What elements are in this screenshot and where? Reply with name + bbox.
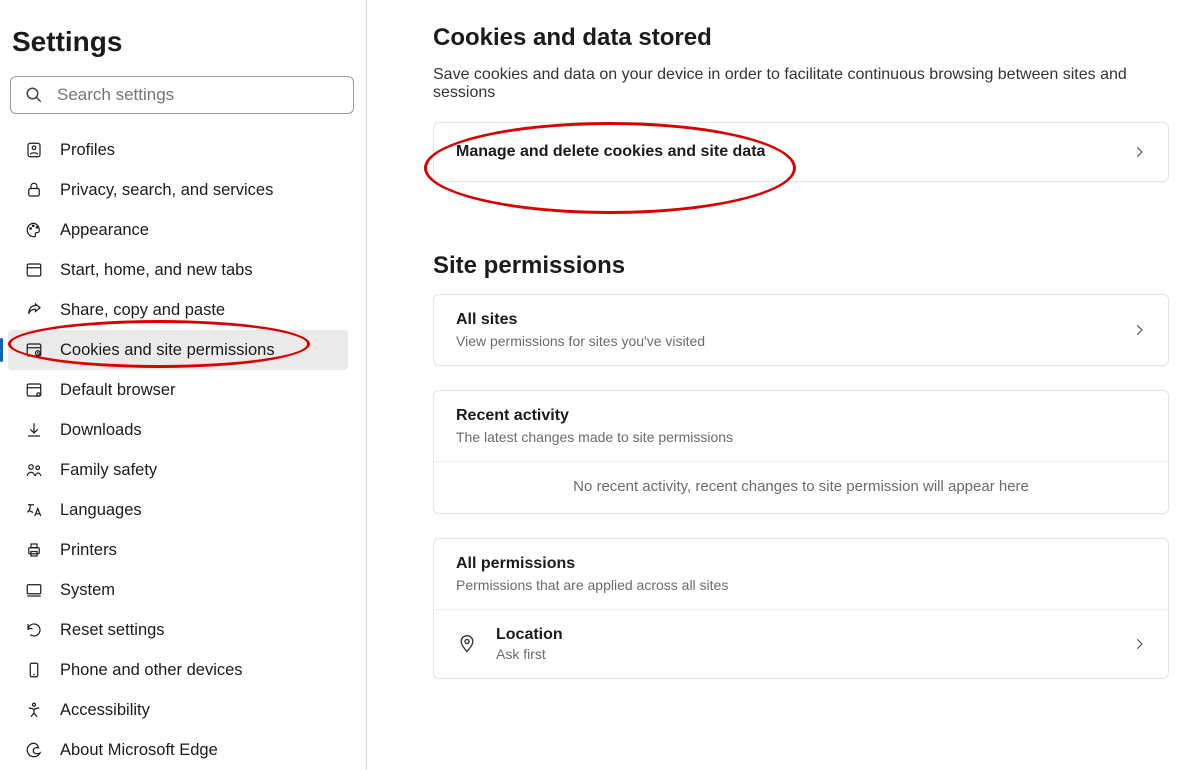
sidebar-item-system[interactable]: System xyxy=(0,570,366,610)
phone-icon xyxy=(24,660,44,680)
all-perms-title: All permissions xyxy=(456,555,1146,573)
all-sites-title: All sites xyxy=(456,311,1114,329)
sidebar-item-reset[interactable]: Reset settings xyxy=(0,610,366,650)
sidebar-item-label: System xyxy=(60,581,115,600)
sidebar-item-label: Phone and other devices xyxy=(60,661,243,680)
all-sites-sub: View permissions for sites you've visite… xyxy=(456,333,1114,349)
sidebar-item-label: Default browser xyxy=(60,381,176,400)
search-box[interactable] xyxy=(10,76,354,114)
sidebar-item-label: Languages xyxy=(60,501,142,520)
sidebar-item-label: Share, copy and paste xyxy=(60,301,225,320)
sidebar: Settings Profiles Privacy, search, and se… xyxy=(0,0,367,770)
download-icon xyxy=(24,420,44,440)
recent-empty: No recent activity, recent changes to si… xyxy=(434,461,1168,513)
sidebar-item-label: Family safety xyxy=(60,461,157,480)
share-icon xyxy=(24,300,44,320)
sidebar-item-label: Accessibility xyxy=(60,701,150,720)
manage-cookies-card[interactable]: Manage and delete cookies and site data xyxy=(433,122,1169,182)
recent-sub: The latest changes made to site permissi… xyxy=(456,429,1146,445)
sidebar-item-lock[interactable]: Privacy, search, and services xyxy=(0,170,366,210)
search-input[interactable] xyxy=(57,85,339,105)
sidebar-item-phone[interactable]: Phone and other devices xyxy=(0,650,366,690)
main-content: Cookies and data stored Save cookies and… xyxy=(367,0,1179,770)
permission-row-location[interactable]: Location Ask first xyxy=(434,609,1168,678)
all-permissions-card: All permissions Permissions that are app… xyxy=(433,538,1169,679)
sidebar-item-palette[interactable]: Appearance xyxy=(0,210,366,250)
chevron-right-icon xyxy=(1132,145,1146,159)
sidebar-item-printer[interactable]: Printers xyxy=(0,530,366,570)
sidebar-item-language[interactable]: Languages xyxy=(0,490,366,530)
sidebar-item-accessibility[interactable]: Accessibility xyxy=(0,690,366,730)
permission-sub: Ask first xyxy=(496,646,1114,662)
cookies-description: Save cookies and data on your device in … xyxy=(433,66,1158,102)
nav-list: Profiles Privacy, search, and services App… xyxy=(0,130,366,770)
all-perms-sub: Permissions that are applied across all … xyxy=(456,577,1146,593)
system-icon xyxy=(24,580,44,600)
permissions-heading: Site permissions xyxy=(433,252,1169,280)
sidebar-item-edge[interactable]: About Microsoft Edge xyxy=(0,730,366,770)
profile-icon xyxy=(24,140,44,160)
sidebar-item-label: Appearance xyxy=(60,221,149,240)
sidebar-item-profile[interactable]: Profiles xyxy=(0,130,366,170)
sidebar-item-family[interactable]: Family safety xyxy=(0,450,366,490)
chevron-right-icon xyxy=(1132,323,1146,337)
accessibility-icon xyxy=(24,700,44,720)
chevron-right-icon xyxy=(1132,637,1146,651)
search-icon xyxy=(25,86,43,104)
settings-title: Settings xyxy=(0,18,366,76)
reset-icon xyxy=(24,620,44,640)
sidebar-item-share[interactable]: Share, copy and paste xyxy=(0,290,366,330)
language-icon xyxy=(24,500,44,520)
recent-title: Recent activity xyxy=(456,407,1146,425)
all-sites-card[interactable]: All sites View permissions for sites you… xyxy=(433,294,1169,366)
sidebar-item-label: Start, home, and new tabs xyxy=(60,261,253,280)
cookies-icon xyxy=(24,340,44,360)
recent-activity-card: Recent activity The latest changes made … xyxy=(433,390,1169,514)
sidebar-item-label: Cookies and site permissions xyxy=(60,341,275,360)
sidebar-item-label: Profiles xyxy=(60,141,115,160)
location-icon xyxy=(456,634,478,654)
lock-icon xyxy=(24,180,44,200)
sidebar-item-window[interactable]: Start, home, and new tabs xyxy=(0,250,366,290)
sidebar-item-label: Privacy, search, and services xyxy=(60,181,273,200)
window-icon xyxy=(24,260,44,280)
sidebar-item-browser[interactable]: Default browser xyxy=(0,370,366,410)
sidebar-item-download[interactable]: Downloads xyxy=(0,410,366,450)
permission-title: Location xyxy=(496,626,1114,644)
sidebar-item-label: Downloads xyxy=(60,421,142,440)
browser-icon xyxy=(24,380,44,400)
cookies-heading: Cookies and data stored xyxy=(433,24,1169,52)
family-icon xyxy=(24,460,44,480)
sidebar-item-label: About Microsoft Edge xyxy=(60,741,218,760)
sidebar-item-cookies[interactable]: Cookies and site permissions xyxy=(8,330,348,370)
palette-icon xyxy=(24,220,44,240)
edge-icon xyxy=(24,740,44,760)
printer-icon xyxy=(24,540,44,560)
sidebar-item-label: Reset settings xyxy=(60,621,165,640)
manage-cookies-label: Manage and delete cookies and site data xyxy=(456,143,1114,161)
sidebar-item-label: Printers xyxy=(60,541,117,560)
